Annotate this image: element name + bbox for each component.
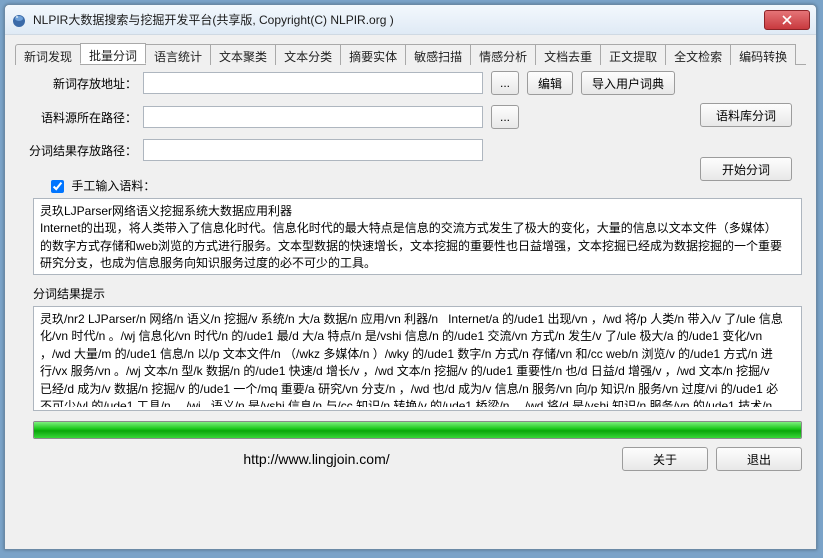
manual-input-checkbox[interactable] [51, 180, 64, 193]
newword-path-label: 新词存放地址： [15, 75, 143, 92]
tab-1[interactable]: 批量分词 [80, 43, 146, 64]
tab-11[interactable]: 编码转换 [730, 44, 796, 65]
edit-button[interactable]: 编辑 [527, 71, 573, 95]
about-button[interactable]: 关于 [622, 447, 708, 471]
close-button[interactable] [764, 10, 810, 30]
result-textarea[interactable] [34, 307, 801, 407]
client-area: 新词发现批量分词语言统计文本聚类文本分类摘要实体敏感扫描情感分析文档去重正文提取… [5, 35, 816, 549]
result-path-label: 分词结果存放路径： [15, 142, 143, 159]
progress-fill [34, 422, 801, 438]
tab-7[interactable]: 情感分析 [470, 44, 536, 65]
tab-10[interactable]: 全文检索 [665, 44, 731, 65]
tab-0[interactable]: 新词发现 [15, 44, 81, 65]
newword-browse-button[interactable]: ... [491, 71, 519, 95]
tab-3[interactable]: 文本聚类 [210, 44, 276, 65]
tab-4[interactable]: 文本分类 [275, 44, 341, 65]
footer-url: http://www.lingjoin.com/ [19, 451, 614, 467]
titlebar: NLPIR大数据搜索与挖掘开发平台(共享版, Copyright(C) NLPI… [5, 5, 816, 35]
tab-8[interactable]: 文档去重 [535, 44, 601, 65]
exit-button[interactable]: 退出 [716, 447, 802, 471]
app-window: NLPIR大数据搜索与挖掘开发平台(共享版, Copyright(C) NLPI… [4, 4, 817, 550]
result-path-input[interactable] [143, 139, 483, 161]
input-textarea[interactable] [34, 199, 801, 271]
app-icon [11, 12, 27, 28]
result-textarea-wrap [33, 306, 802, 411]
tab-panel-segment: 新词存放地址： ... 编辑 导入用户词典 语料源所在路径： ... 分词结果存… [15, 71, 806, 545]
start-seg-button[interactable]: 开始分词 [700, 157, 792, 181]
corpus-source-input[interactable] [143, 106, 483, 128]
tab-6[interactable]: 敏感扫描 [405, 44, 471, 65]
manual-input-label[interactable]: 手工输入语料： [51, 177, 155, 194]
corpus-browse-button[interactable]: ... [491, 105, 519, 129]
input-textarea-wrap [33, 198, 802, 275]
tab-2[interactable]: 语言统计 [145, 44, 211, 65]
corpus-seg-button[interactable]: 语料库分词 [700, 103, 792, 127]
import-dict-button[interactable]: 导入用户词典 [581, 71, 675, 95]
close-icon [782, 15, 792, 25]
tab-strip: 新词发现批量分词语言统计文本聚类文本分类摘要实体敏感扫描情感分析文档去重正文提取… [15, 43, 806, 65]
progress-bar [33, 421, 802, 439]
tab-5[interactable]: 摘要实体 [340, 44, 406, 65]
tab-9[interactable]: 正文提取 [600, 44, 666, 65]
result-section-label: 分词结果提示 [15, 285, 806, 302]
right-button-column: 语料库分词 开始分词 [692, 73, 792, 181]
newword-path-input[interactable] [143, 72, 483, 94]
corpus-source-label: 语料源所在路径： [15, 109, 143, 126]
footer: http://www.lingjoin.com/ 关于 退出 [15, 439, 806, 473]
window-title: NLPIR大数据搜索与挖掘开发平台(共享版, Copyright(C) NLPI… [33, 11, 764, 28]
